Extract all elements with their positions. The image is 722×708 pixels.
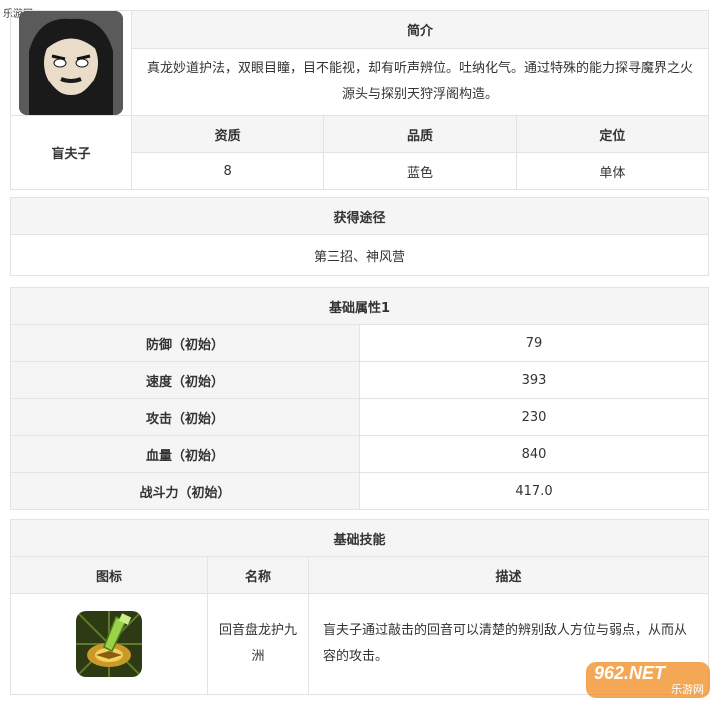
attribute-row-defense: 防御（初始） 79 [10, 324, 709, 362]
quality-value: 蓝色 [323, 152, 517, 190]
avatar-cell [10, 10, 132, 116]
obtain-value: 第三招、神风营 [10, 234, 709, 276]
watermark-brand: 962.NET [594, 663, 666, 683]
attribute-label: 速度（初始） [10, 361, 360, 399]
role-value: 单体 [515, 152, 710, 190]
col-aptitude-header: 资质 [130, 115, 325, 153]
col-quality-header: 品质 [323, 115, 517, 153]
skill-icon-cell [10, 593, 208, 695]
attribute-label: 战斗力（初始） [10, 472, 360, 510]
attribute-value: 840 [359, 435, 709, 473]
col-name-header: 名称 [207, 556, 309, 594]
dragon-strike-skill-icon [76, 611, 142, 677]
attribute-value: 79 [359, 324, 709, 362]
attributes-table: 基础属性1 防御（初始） 79 速度（初始） 393 攻击（初始） 230 血量… [10, 287, 709, 510]
attributes-header: 基础属性1 [10, 287, 709, 325]
skill-name: 回音盘龙护九洲 [207, 593, 309, 695]
attribute-label: 防御（初始） [10, 324, 360, 362]
watermark-sub: 乐游网 [671, 683, 704, 696]
intro-header: 简介 [131, 9, 709, 50]
obtain-table: 获得途径 第三招、神风营 [10, 197, 709, 276]
attribute-value: 230 [359, 398, 709, 436]
attribute-row-speed: 速度（初始） 393 [10, 361, 709, 399]
attribute-label: 血量（初始） [10, 435, 360, 473]
character-portrait [19, 11, 123, 115]
attribute-value: 417.0 [359, 472, 709, 510]
aptitude-value: 8 [130, 152, 325, 190]
site-watermark-logo: 962.NET 乐游网 [584, 660, 712, 700]
attribute-row-attack: 攻击（初始） 230 [10, 398, 709, 436]
attribute-label: 攻击（初始） [10, 398, 360, 436]
attribute-row-hp: 血量（初始） 840 [10, 435, 709, 473]
skills-header: 基础技能 [10, 519, 709, 557]
attribute-value: 393 [359, 361, 709, 399]
col-desc-header: 描述 [308, 556, 709, 594]
col-role-header: 定位 [515, 115, 710, 153]
intro-description: 真龙妙道护法，双眼目瞳，目不能视，却有听声辨位。吐纳化气。通过特殊的能力探寻魔界… [131, 48, 709, 116]
character-name: 盲夫子 [10, 115, 132, 190]
obtain-header: 获得途径 [10, 197, 709, 235]
intro-table: 简介 真龙妙道护法，双眼目瞳，目不能视，却有听声辨位。吐纳化气。通过特殊的能力探… [10, 9, 710, 190]
col-icon-header: 图标 [10, 556, 208, 594]
attribute-row-power: 战斗力（初始） 417.0 [10, 472, 709, 510]
